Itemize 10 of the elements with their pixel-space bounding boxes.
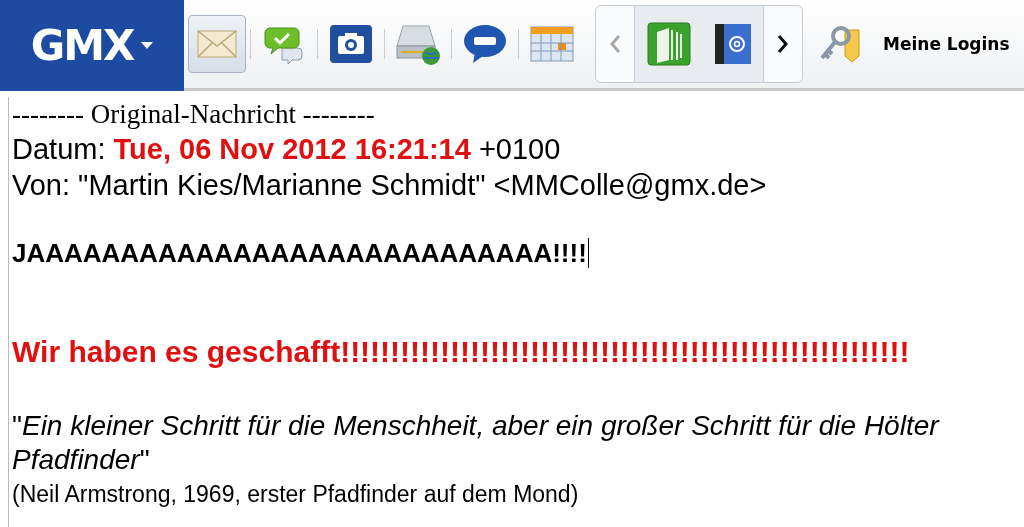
date-line: Datum: Tue, 06 Nov 2012 16:21:14 +0100 xyxy=(12,132,562,167)
quote-text: "Ein kleiner Schritt für die Menschheit, aber ein großer Schritt für die Hölter Pfadfinder" xyxy=(12,409,941,477)
shout-text: JAAAAAAAAAAAAAAAAAAAAAAAAAAAA!!!! xyxy=(12,237,587,270)
logins-button[interactable]: Meine Logins xyxy=(819,22,1010,66)
sender-line: Von: "Martin Kies/Marianne Schmidt" <MMColle@gmx.de> xyxy=(12,168,768,203)
headline-text: Wir haben es geschafft!!!!!!!!!!!!!!!!!!!!!!!!!!!!!!!!!!!!!!!!!!!!!!!!!!!!!!!!! xyxy=(12,334,911,370)
logo: GMX xyxy=(30,21,134,70)
attribution-text: (Neil Armstrong, 1969, erster Pfadfinder auf dem Mond) xyxy=(12,480,580,509)
message-separator: -------- Original-Nachricht -------- xyxy=(12,98,376,131)
logo-button[interactable]: GMX xyxy=(0,0,184,91)
